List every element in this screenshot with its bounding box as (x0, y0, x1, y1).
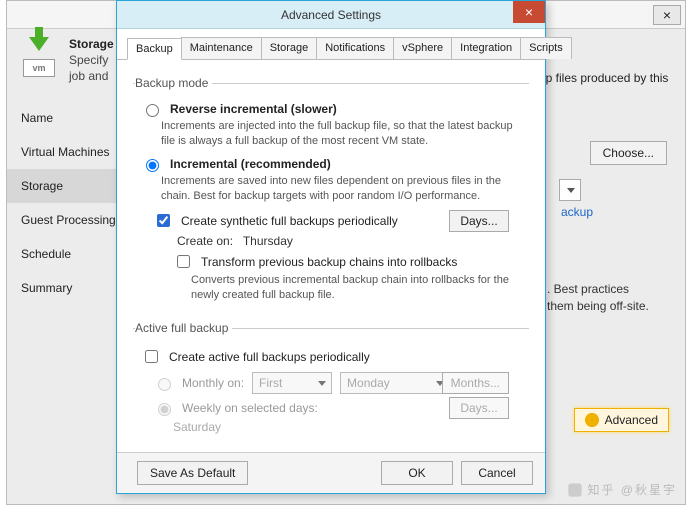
tab-strip: Backup Maintenance Storage Notifications… (117, 29, 545, 60)
incremental-radio[interactable] (146, 159, 159, 172)
create-on-value: Thursday (243, 234, 293, 248)
synthetic-full-label: Create synthetic full backups periodical… (181, 214, 398, 228)
zhihu-icon (567, 482, 583, 498)
tab-storage[interactable]: Storage (261, 37, 318, 59)
dialog-titlebar: Advanced Settings × (117, 1, 545, 29)
vm-badge-icon: vm (23, 59, 55, 77)
create-on-label: Create on: (177, 234, 233, 248)
active-full-legend: Active full backup (135, 321, 232, 335)
parent-best-1: . Best practices (547, 281, 667, 298)
tab-scripts[interactable]: Scripts (520, 37, 572, 59)
monthly-label: Monthly on: (182, 376, 244, 390)
transform-rollbacks-label: Transform previous backup chains into ro… (201, 255, 457, 269)
backup-mode-group: Backup mode Reverse incremental (slower)… (133, 76, 529, 309)
synthetic-days-button[interactable]: Days... (449, 210, 509, 232)
active-full-checkbox[interactable] (145, 350, 158, 363)
parent-combo[interactable] (559, 179, 581, 201)
dialog-footer: Save As Default OK Cancel (117, 452, 545, 493)
watermark: 知乎 @秋星宇 (567, 481, 677, 498)
weekly-days-button: Days... (449, 397, 509, 419)
parent-best-2: them being off-site. (547, 298, 667, 315)
reverse-incremental-radio[interactable] (146, 104, 159, 117)
monthly-day-combo: Monday (340, 372, 450, 394)
parent-desc-right: up files produced by this (539, 71, 669, 85)
choose-button[interactable]: Choose... (590, 141, 667, 165)
advanced-button[interactable]: Advanced (574, 408, 669, 432)
monthly-radio (158, 378, 171, 391)
ok-button[interactable]: OK (381, 461, 453, 485)
transform-rollbacks-desc: Converts previous incremental backup cha… (191, 273, 527, 303)
cancel-button[interactable]: Cancel (461, 461, 533, 485)
parent-header-text: Storage Specify job and (69, 37, 114, 83)
tab-notifications[interactable]: Notifications (316, 37, 394, 59)
transform-rollbacks-checkbox[interactable] (177, 255, 190, 268)
dialog-title: Advanced Settings (281, 8, 381, 22)
watermark-text: 知乎 @秋星宇 (587, 481, 677, 498)
advanced-button-label: Advanced (605, 413, 658, 427)
dialog-close-button[interactable]: × (513, 1, 545, 23)
download-arrow-icon (29, 37, 49, 51)
weekly-radio (158, 403, 171, 416)
dialog-body: Backup mode Reverse incremental (slower)… (117, 60, 545, 452)
advanced-settings-dialog: Advanced Settings × Backup Maintenance S… (116, 0, 546, 494)
backup-mode-legend: Backup mode (135, 76, 212, 90)
parent-close-button[interactable]: × (653, 5, 681, 25)
months-button: Months... (442, 372, 509, 394)
incremental-desc: Increments are saved into new files depe… (161, 174, 527, 204)
weekly-label: Weekly on selected days: (182, 401, 318, 415)
parent-desc-2: job and (69, 69, 108, 83)
incremental-label: Incremental (recommended) (170, 157, 331, 171)
tab-backup[interactable]: Backup (127, 38, 182, 60)
storage-job-icon: vm (17, 37, 59, 79)
parent-desc-1: Specify (69, 53, 108, 67)
tab-maintenance[interactable]: Maintenance (181, 37, 262, 59)
reverse-incremental-label: Reverse incremental (slower) (170, 102, 337, 116)
tab-integration[interactable]: Integration (451, 37, 521, 59)
synthetic-full-checkbox[interactable] (157, 214, 170, 227)
gear-icon (585, 413, 599, 427)
tab-vsphere[interactable]: vSphere (393, 37, 452, 59)
active-full-group: Active full backup Create active full ba… (133, 321, 529, 436)
parent-title: Storage (69, 37, 114, 51)
weekly-day-value: Saturday (173, 420, 527, 434)
active-full-label: Create active full backups periodically (169, 350, 370, 364)
parent-backup-link[interactable]: ackup (561, 205, 593, 219)
save-as-default-button[interactable]: Save As Default (137, 461, 248, 485)
reverse-incremental-desc: Increments are injected into the full ba… (161, 119, 527, 149)
monthly-first-combo: First (252, 372, 332, 394)
